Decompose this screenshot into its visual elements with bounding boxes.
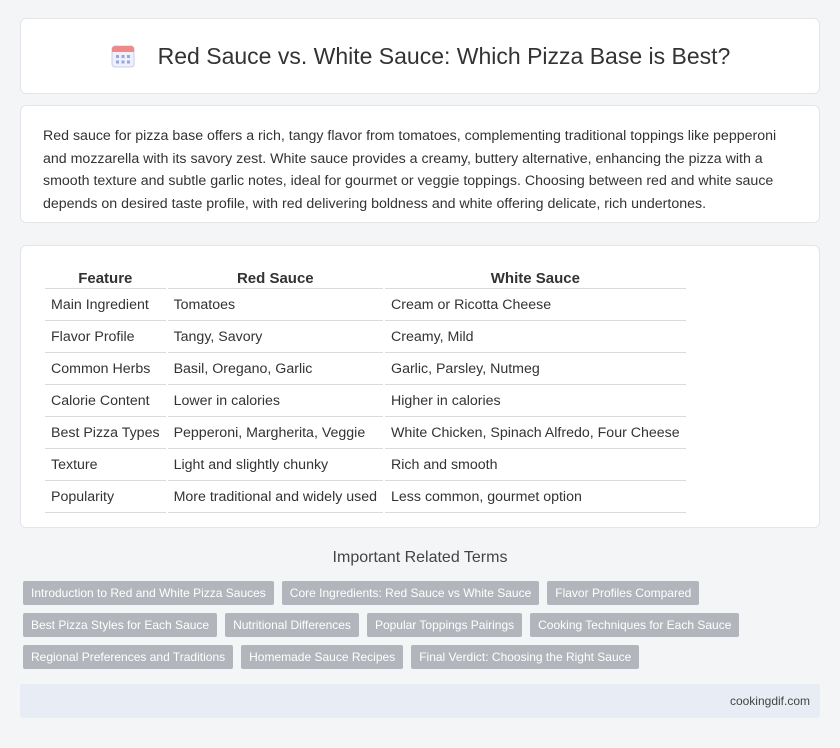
table-row: Best Pizza Types Pepperoni, Margherita, V… [45,419,686,449]
table-cell: Higher in calories [385,387,686,417]
related-term-tag[interactable]: Regional Preferences and Traditions [23,645,234,669]
comparison-card: Feature Red Sauce White Sauce Main Ingre… [20,245,820,528]
column-header: White Sauce [385,268,686,289]
related-term-tag[interactable]: Introduction to Red and White Pizza Sauc… [23,581,274,605]
table-cell: Creamy, Mild [385,323,686,353]
table-cell: Popularity [45,483,166,513]
page-title: Red Sauce vs. White Sauce: Which Pizza B… [157,42,731,69]
table-cell: Cream or Ricotta Cheese [385,291,686,321]
table-cell: Calorie Content [45,387,166,417]
table-cell: Pepperoni, Margherita, Veggie [167,419,384,449]
table-row: Flavor Profile Tangy, Savory Creamy, Mild [45,323,686,353]
table-row: Texture Light and slightly chunky Rich and… [45,451,686,481]
table-header-row: Feature Red Sauce White Sauce [45,268,686,289]
related-term-tag[interactable]: Final Verdict: Choosing the Right Sauce [411,645,640,669]
column-header: Red Sauce [167,268,384,289]
tag-row: Introduction to Red and White Pizza Sauc… [23,581,823,605]
intro-text: Red sauce for pizza base offers a rich, … [43,128,777,212]
table-cell: Tomatoes [167,291,384,321]
table-row: Common Herbs Basil, Oregano, Garlic Garlic… [45,355,686,385]
tag-row: Best Pizza Styles for Each Sauce Nutritio… [23,613,823,637]
table-cell: Light and slightly chunky [167,451,384,481]
table-cell: Garlic, Parsley, Nutmeg [385,355,686,385]
table-cell: Tangy, Savory [167,323,384,353]
table-cell: Rich and smooth [385,451,686,481]
related-terms-title: Important Related Terms [332,549,508,566]
related-term-tag[interactable]: Homemade Sauce Recipes [241,645,404,669]
table-cell: Main Ingredient [45,291,166,321]
related-terms-list: Introduction to Red and White Pizza Sauc… [23,581,823,677]
related-term-tag[interactable]: Best Pizza Styles for Each Sauce [23,613,218,637]
footer: cookingdif.com [20,684,820,718]
table-cell: Basil, Oregano, Garlic [167,355,384,385]
title-card: Red Sauce vs. White Sauce: Which Pizza B… [20,18,820,94]
related-term-tag[interactable]: Flavor Profiles Compared [547,581,700,605]
table-cell: Flavor Profile [45,323,166,353]
related-term-tag[interactable]: Nutritional Differences [225,613,359,637]
table-row: Main Ingredient Tomatoes Cream or Ricotta … [45,291,686,321]
table-cell: Common Herbs [45,355,166,385]
table-cell: White Chicken, Spinach Alfredo, Four Che… [385,419,686,449]
table-cell: Texture [45,451,166,481]
intro-card: Red sauce for pizza base offers a rich, … [20,105,820,223]
related-term-tag[interactable]: Popular Toppings Pairings [366,613,523,637]
comparison-table: Feature Red Sauce White Sauce Main Ingre… [43,266,688,515]
table-cell: Best Pizza Types [45,419,166,449]
footer-site[interactable]: cookingdif.com [730,694,810,708]
calendar-icon [111,45,135,68]
table-cell: Less common, gourmet option [385,483,686,513]
table-row: Popularity More traditional and widely us… [45,483,686,513]
table-cell: Lower in calories [167,387,384,417]
table-row: Calorie Content Lower in calories Higher i… [45,387,686,417]
tag-row: Regional Preferences and Traditions Homem… [23,645,823,669]
table-cell: More traditional and widely used [167,483,384,513]
related-term-tag[interactable]: Cooking Techniques for Each Sauce [530,613,740,637]
related-term-tag[interactable]: Core Ingredients: Red Sauce vs White Sau… [281,581,540,605]
column-header: Feature [45,268,166,289]
